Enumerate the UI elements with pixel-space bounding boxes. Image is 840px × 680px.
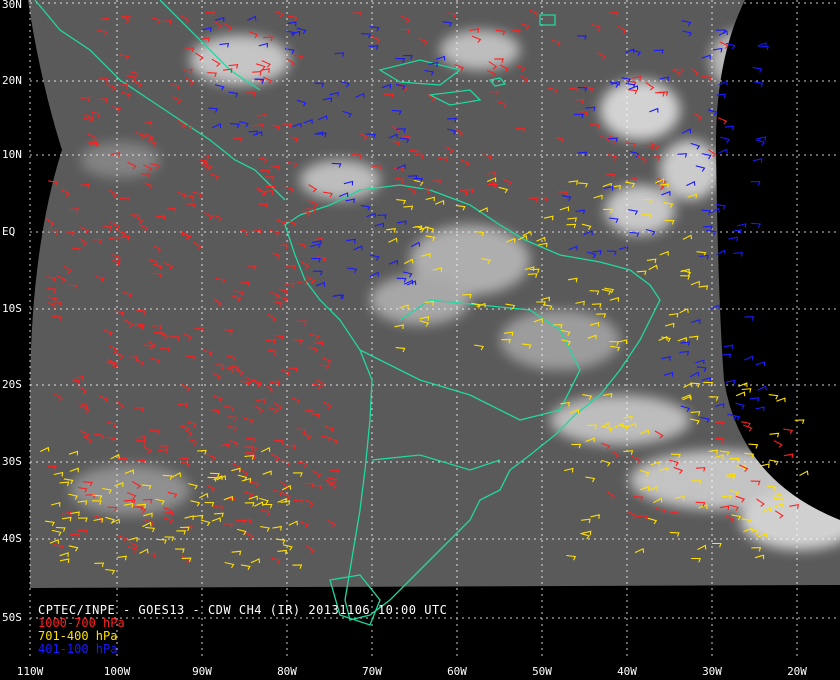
lon-label-30w: 30W [702, 665, 722, 678]
wind-barb [773, 440, 783, 448]
wind-barb [783, 453, 794, 459]
lon-label-110w: 110W [16, 665, 44, 678]
wind-barb [725, 379, 736, 385]
wind-barb [769, 432, 780, 438]
lat-label-50s: 50S [2, 611, 22, 624]
wind-barb [718, 148, 728, 154]
lat-label-20n: 20N [2, 74, 22, 87]
wind-barb [759, 45, 769, 51]
wind-barb [743, 424, 753, 432]
lat-label-30n: 30N [2, 0, 22, 11]
lon-label-50w: 50W [532, 665, 552, 678]
wind-barb [768, 394, 779, 400]
wind-barb [750, 181, 761, 186]
wind-barb [749, 397, 760, 402]
wind-barb [799, 470, 809, 476]
lon-label-40w: 40W [617, 665, 637, 678]
wind-barb [735, 391, 746, 397]
wind-barb [752, 66, 763, 73]
wind-barb [752, 158, 763, 163]
lat-label-20s: 20S [2, 378, 22, 391]
wind-barb [768, 459, 779, 466]
wind-barb [723, 344, 734, 350]
wind-barb [751, 222, 761, 228]
wind-barb [755, 139, 765, 146]
lon-label-100w: 100W [103, 665, 131, 678]
wind-barb [736, 223, 747, 228]
wind-barb [717, 117, 728, 125]
wind-barb [735, 402, 745, 409]
wind-barb [755, 361, 766, 367]
wind-barb [755, 406, 765, 412]
wind-barb [733, 252, 744, 257]
lat-label-40s: 40S [2, 532, 22, 545]
wind-barb [721, 353, 732, 359]
lat-label-10s: 10S [2, 302, 22, 315]
lon-label-80w: 80W [277, 665, 297, 678]
lon-label-70w: 70W [362, 665, 382, 678]
lat-label-10n: 10N [2, 148, 22, 161]
wind-barb [728, 236, 738, 242]
legend-item-high: 401-100 hPa [38, 642, 118, 656]
wind-barb [744, 316, 755, 321]
wind-barb [757, 385, 767, 391]
wind-barb [794, 419, 805, 425]
wind-barb [741, 388, 752, 393]
wind-barb [748, 443, 759, 449]
lon-label-20w: 20W [787, 665, 807, 678]
wind-barb [724, 125, 735, 131]
lon-label-90w: 90W [192, 665, 212, 678]
wind-barb [720, 136, 730, 144]
wind-barb [744, 355, 754, 361]
satellite-wind-map [28, 0, 840, 660]
map-legend: CPTEC/INPE - GOES13 - CDW CH4 (IR) 20131… [38, 604, 447, 656]
lat-label-eq: EQ [2, 225, 16, 238]
lon-label-60w: 60W [447, 665, 467, 678]
wind-barb [753, 81, 764, 87]
lat-label-30s: 30S [2, 455, 22, 468]
wind-barb [776, 397, 786, 403]
wind-barb [783, 428, 794, 435]
satellite-image [28, 0, 840, 588]
